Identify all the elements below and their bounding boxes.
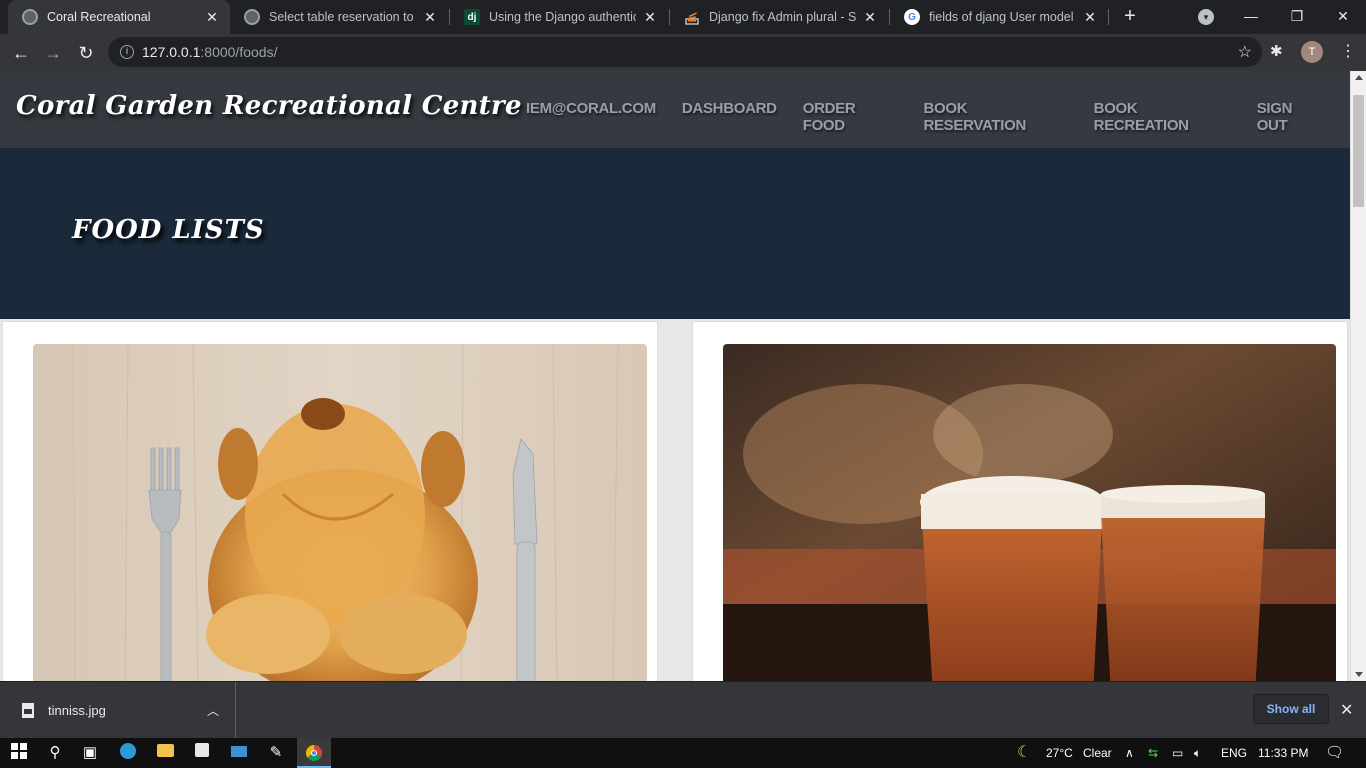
scroll-up-arrow-icon[interactable] xyxy=(1355,75,1363,80)
edge-icon[interactable] xyxy=(118,743,138,763)
moon-weather-icon[interactable]: ☾ xyxy=(1017,738,1031,768)
chevron-up-icon[interactable]: ∧ xyxy=(1125,738,1134,768)
minimize-button[interactable]: — xyxy=(1228,0,1274,32)
globe-icon xyxy=(244,9,260,25)
tab-fields-django-user-model[interactable]: G fields of djang User model - ( ✕ xyxy=(890,0,1108,34)
download-item[interactable]: tinniss.jpg ︿ xyxy=(14,682,236,739)
show-all-button[interactable]: Show all xyxy=(1253,694,1329,724)
info-icon[interactable]: i xyxy=(120,45,134,59)
window-controls: — ❐ ✕ xyxy=(1228,0,1366,34)
file-explorer-icon[interactable] xyxy=(155,743,175,763)
tab-title: Coral Recreational xyxy=(47,10,151,24)
windows-start-icon[interactable] xyxy=(9,743,29,763)
google-icon: G xyxy=(904,9,920,25)
nav-link-book-recreation[interactable]: BOOK RECREATION xyxy=(1094,100,1231,134)
weather-description[interactable]: Clear xyxy=(1083,738,1112,768)
browser-toolbar: ← → ↻ i 127.0.0.1:8000/foods/ ☆ xyxy=(0,34,1366,71)
close-icon[interactable]: ✕ xyxy=(1340,700,1353,720)
close-icon[interactable]: ✕ xyxy=(862,9,878,26)
volume-icon[interactable]: 🔈︎ xyxy=(1194,738,1201,768)
beer-glasses-image[interactable] xyxy=(723,344,1336,681)
tab-title: Select table reservation to ch xyxy=(269,10,416,24)
address-path: :8000/foods/ xyxy=(200,44,278,60)
site-brand[interactable]: Coral Garden Recreational Centre xyxy=(16,91,522,121)
address-host: 127.0.0.1 xyxy=(142,44,201,60)
kebab-menu-icon[interactable]: ⋮ xyxy=(1340,41,1356,63)
back-button[interactable]: ← xyxy=(8,40,34,66)
tab-search-icon[interactable]: ▾ xyxy=(1198,9,1214,25)
store-icon[interactable] xyxy=(192,743,212,763)
download-file-name: tinniss.jpg xyxy=(48,703,106,718)
network-icon[interactable]: ⇆ xyxy=(1148,738,1158,768)
weather-temperature[interactable]: 27°C xyxy=(1046,738,1073,768)
forward-button[interactable]: → xyxy=(40,40,66,66)
nav-link-email[interactable]: IEM@CORAL.COM xyxy=(526,100,656,134)
file-icon xyxy=(22,703,34,718)
page-scrollbar[interactable] xyxy=(1350,71,1366,681)
search-icon[interactable]: ⚲ xyxy=(45,743,65,763)
close-icon[interactable]: ✕ xyxy=(204,9,220,26)
close-icon[interactable]: ✕ xyxy=(642,9,658,26)
windows-taskbar: ⚲ ▣ ✎ ☾ 27°C Clear ∧ ⇆ ▭ 🔈︎ ENG 11:33 PM… xyxy=(0,738,1366,768)
nav-link-book-reservation[interactable]: BOOK RESERVATION xyxy=(923,100,1067,134)
tab-django-fix-admin[interactable]: Django fix Admin plural - Sta ✕ xyxy=(670,0,888,34)
language-indicator[interactable]: ENG xyxy=(1221,738,1247,768)
nav-links: IEM@CORAL.COM DASHBOARD ORDER FOOD BOOK … xyxy=(526,100,1350,134)
task-view-icon[interactable]: ▣ xyxy=(80,743,100,763)
bookmark-star-icon[interactable]: ☆ xyxy=(1238,42,1252,62)
mail-icon[interactable] xyxy=(229,743,249,763)
chevron-up-icon[interactable]: ︿ xyxy=(207,702,219,719)
page-viewport: Coral Garden Recreational Centre IEM@COR… xyxy=(0,71,1366,681)
tab-separator xyxy=(1108,9,1109,25)
close-window-button[interactable]: ✕ xyxy=(1320,0,1366,32)
restore-button[interactable]: ❐ xyxy=(1274,0,1320,32)
hero-banner: FOOD LISTS xyxy=(0,148,1350,319)
globe-icon xyxy=(22,9,38,25)
scroll-down-arrow-icon[interactable] xyxy=(1355,672,1363,677)
paint-icon[interactable]: ✎ xyxy=(266,743,286,763)
download-bar: tinniss.jpg ︿ Show all ✕ xyxy=(0,681,1366,739)
stackoverflow-icon xyxy=(684,9,700,25)
roast-chicken-image[interactable] xyxy=(33,344,647,681)
clock[interactable]: 11:33 PM xyxy=(1258,738,1308,768)
close-icon[interactable]: ✕ xyxy=(422,9,438,26)
scroll-thumb[interactable] xyxy=(1353,95,1364,207)
reload-button[interactable]: ↻ xyxy=(73,40,99,66)
tab-title: fields of djang User model - ( xyxy=(929,10,1076,24)
nav-link-dashboard[interactable]: DASHBOARD xyxy=(682,100,777,134)
battery-icon[interactable]: ▭ xyxy=(1172,738,1183,768)
food-card[interactable] xyxy=(2,321,658,681)
tab-title: Using the Django authenticat xyxy=(489,10,636,24)
tab-coral-recreational[interactable]: Coral Recreational ✕ xyxy=(8,0,230,34)
avatar[interactable]: T xyxy=(1301,41,1323,63)
address-bar[interactable]: i 127.0.0.1:8000/foods/ ☆ xyxy=(108,37,1262,67)
tab-select-table-reservation[interactable]: Select table reservation to ch ✕ xyxy=(230,0,448,34)
extensions-icon[interactable]: ✱ xyxy=(1270,42,1283,60)
page-title: FOOD LISTS xyxy=(72,215,265,245)
food-card[interactable] xyxy=(692,321,1348,681)
close-icon[interactable]: ✕ xyxy=(1082,9,1098,26)
site-navbar: Coral Garden Recreational Centre IEM@COR… xyxy=(0,71,1350,148)
django-icon: dj xyxy=(464,9,480,25)
notifications-icon[interactable]: 🗨︎ xyxy=(1325,738,1344,768)
tab-title: Django fix Admin plural - Sta xyxy=(709,10,856,24)
nav-link-order-food[interactable]: ORDER FOOD xyxy=(803,100,898,134)
browser-tabstrip: Coral Recreational ✕ Select table reserv… xyxy=(0,0,1366,34)
new-tab-button[interactable]: + xyxy=(1118,4,1142,28)
nav-link-sign-out[interactable]: SIGN OUT xyxy=(1257,100,1324,134)
tab-django-authentication[interactable]: dj Using the Django authenticat ✕ xyxy=(450,0,668,34)
chrome-taskbar-button[interactable] xyxy=(297,738,331,768)
